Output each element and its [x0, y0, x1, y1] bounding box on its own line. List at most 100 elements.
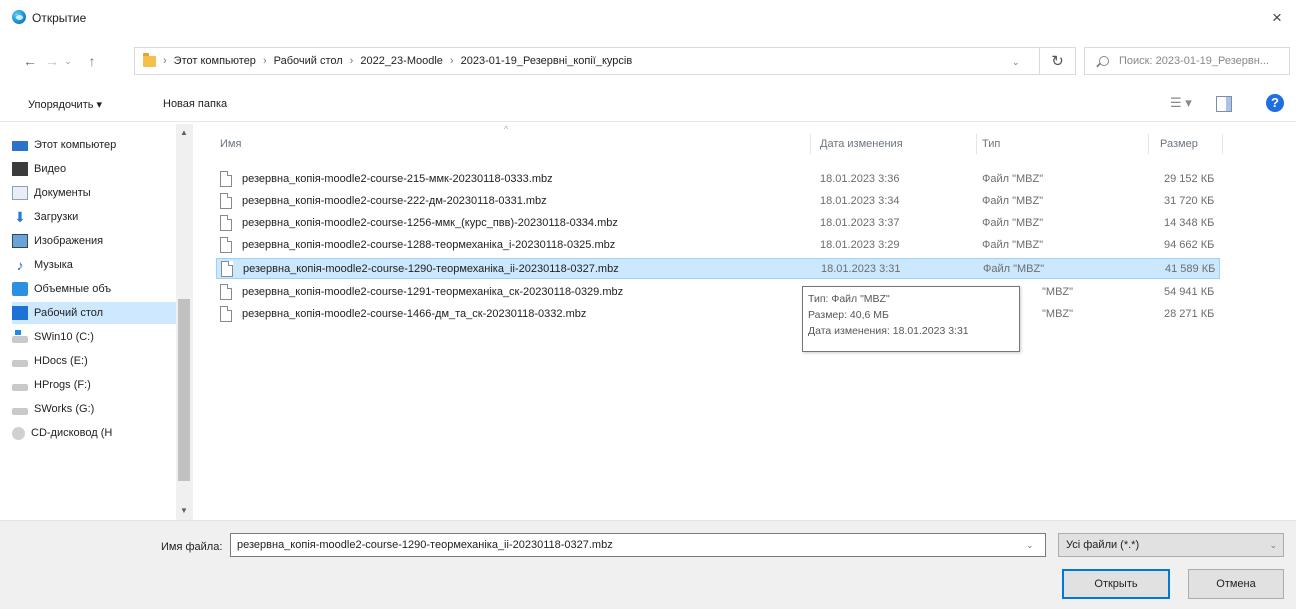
file-row[interactable]: резервна_копія-moodle2-course-1466-дм_та… — [216, 304, 1220, 325]
sidebar-item-desktop[interactable]: Рабочий стол — [12, 302, 176, 324]
column-divider[interactable] — [1148, 134, 1149, 154]
address-dropdown-icon[interactable]: ⌄ — [1012, 57, 1020, 68]
open-button[interactable]: Открыть — [1062, 569, 1170, 599]
breadcrumb-separator-icon[interactable]: › — [350, 55, 354, 67]
pictures-icon — [12, 234, 28, 248]
file-type: Файл "MBZ" — [982, 217, 1044, 229]
column-divider[interactable] — [976, 134, 977, 154]
breadcrumb-moodle-folder[interactable]: 2022_23-Moodle — [360, 55, 443, 67]
breadcrumb-separator-icon: › — [163, 55, 167, 67]
file-type: Файл "MBZ" — [982, 239, 1044, 251]
file-row[interactable]: резервна_копія-moodle2-course-222-дм-202… — [216, 191, 1220, 212]
file-type-filter-select[interactable]: Усі файли (*.*) ⌄ — [1058, 533, 1284, 557]
refresh-icon: ↻ — [1051, 53, 1064, 70]
refresh-button[interactable]: ↻ — [1040, 47, 1076, 75]
sidebar-item-this-pc[interactable]: Этот компьютер — [12, 134, 176, 156]
filename-input[interactable]: резервна_копія-moodle2-course-1290-теорм… — [230, 533, 1046, 557]
file-type: Файл "MBZ" — [982, 195, 1044, 207]
command-toolbar: Упорядочить ▾ Новая папка ☰ ▾ ? — [0, 90, 1296, 122]
close-icon[interactable]: × — [1264, 6, 1290, 30]
file-icon — [220, 171, 232, 187]
breadcrumb-desktop[interactable]: Рабочий стол — [274, 55, 343, 67]
sidebar-item-label: Этот компьютер — [34, 139, 117, 151]
sidebar-item-cd-drive[interactable]: CD-дисковод (H — [12, 422, 176, 444]
column-divider[interactable] — [1222, 134, 1223, 154]
breadcrumb-separator-icon[interactable]: › — [450, 55, 454, 67]
sidebar-item-drive-f[interactable]: HProgs (F:) — [12, 374, 176, 396]
desktop-icon — [12, 306, 28, 320]
column-header-name[interactable]: Имя — [220, 138, 241, 150]
new-folder-button[interactable]: Новая папка — [163, 98, 227, 110]
breadcrumb-separator-icon[interactable]: › — [263, 55, 267, 67]
file-row-selected[interactable]: резервна_копія-moodle2-course-1290-теорм… — [216, 258, 1220, 279]
sidebar-item-pictures[interactable]: Изображения — [12, 230, 176, 252]
file-type: "MBZ" — [1042, 286, 1074, 298]
tooltip-size: Размер: 40,6 МБ — [808, 309, 889, 321]
sidebar-item-documents[interactable]: Документы — [12, 182, 176, 204]
sidebar-item-label: Видео — [34, 163, 67, 175]
cancel-button[interactable]: Отмена — [1188, 569, 1284, 599]
search-input[interactable]: Поиск: 2023-01-19_Резервн... — [1084, 47, 1290, 75]
sidebar-item-label: SWorks (G:) — [34, 403, 95, 415]
sidebar-item-video[interactable]: Видео — [12, 158, 176, 180]
sidebar-item-drive-c[interactable]: SWin10 (C:) — [12, 326, 176, 348]
sidebar-item-label: Изображения — [34, 235, 104, 247]
file-name: резервна_копія-moodle2-course-1288-теорм… — [242, 239, 616, 251]
sidebar-item-drive-g[interactable]: SWorks (G:) — [12, 398, 176, 420]
view-options-icon[interactable]: ☰ ▾ — [1170, 95, 1200, 115]
up-arrow-icon[interactable]: ↑ — [84, 52, 100, 70]
column-header-type[interactable]: Тип — [982, 138, 1000, 150]
sidebar-item-label: SWin10 (C:) — [34, 331, 94, 343]
file-icon — [221, 261, 233, 277]
scroll-down-icon[interactable]: ▼ — [180, 506, 188, 515]
sidebar-item-label: HProgs (F:) — [34, 379, 91, 391]
file-date: 18.01.2023 3:37 — [820, 217, 900, 229]
folder-icon — [143, 52, 156, 67]
tooltip-date: Дата изменения: 18.01.2023 3:31 — [808, 325, 969, 337]
downloads-icon: ⬇ — [14, 209, 26, 225]
file-row[interactable]: резервна_копія-moodle2-course-1291-теорм… — [216, 282, 1220, 303]
breadcrumb-this-pc[interactable]: Этот компьютер — [174, 55, 256, 67]
sidebar-item-3d-objects[interactable]: Объемные объ — [12, 278, 176, 300]
scrollbar-thumb[interactable] — [178, 299, 190, 481]
chevron-down-icon: ⌄ — [1269, 540, 1277, 550]
file-size: 54 941 КБ — [1164, 286, 1215, 298]
sidebar-item-music[interactable]: ♪ Музыка — [12, 254, 176, 276]
file-row[interactable]: резервна_копія-moodle2-course-215-ммк-20… — [216, 169, 1220, 190]
help-icon[interactable]: ? — [1266, 94, 1284, 112]
drive-icon — [12, 360, 28, 367]
system-drive-icon — [12, 330, 28, 343]
sidebar-item-downloads[interactable]: ⬇ Загрузки — [12, 206, 176, 228]
search-icon — [1099, 56, 1109, 66]
filename-dropdown-icon[interactable]: ⌄ — [1026, 540, 1034, 551]
video-icon — [12, 162, 28, 176]
back-arrow-icon[interactable]: ← — [22, 52, 38, 70]
address-bar[interactable]: › Этот компьютер › Рабочий стол › 2022_2… — [134, 47, 1040, 75]
column-divider[interactable] — [810, 134, 811, 154]
recent-locations-chevron-icon[interactable]: ⌄ — [60, 52, 76, 70]
file-name: резервна_копія-moodle2-course-1290-теорм… — [243, 263, 619, 275]
file-row[interactable]: резервна_копія-moodle2-course-1256-ммк_(… — [216, 213, 1220, 234]
sidebar-item-label: CD-дисковод (H — [31, 427, 113, 439]
preview-pane-icon[interactable] — [1216, 96, 1232, 112]
forward-arrow-icon[interactable]: → — [44, 52, 60, 70]
column-header-date[interactable]: Дата изменения — [820, 138, 903, 150]
column-header-size[interactable]: Размер — [1160, 138, 1198, 150]
file-size: 29 152 КБ — [1164, 173, 1215, 185]
sidebar-item-drive-e[interactable]: HDocs (E:) — [12, 350, 176, 372]
music-icon: ♪ — [16, 257, 24, 273]
sidebar-item-label: Документы — [34, 187, 91, 199]
file-row[interactable]: резервна_копія-moodle2-course-1288-теорм… — [216, 235, 1220, 256]
file-size: 31 720 КБ — [1164, 195, 1215, 207]
sidebar-scrollbar[interactable]: ▲ ▼ — [176, 124, 193, 520]
sort-ascending-icon: ^ — [504, 124, 509, 134]
file-size: 94 662 КБ — [1164, 239, 1215, 251]
breadcrumb-current-folder[interactable]: 2023-01-19_Резервні_копії_курсів — [461, 55, 633, 67]
file-icon — [220, 215, 232, 231]
sidebar-item-label: Объемные объ — [34, 283, 112, 295]
drive-icon — [12, 408, 28, 415]
scroll-up-icon[interactable]: ▲ — [180, 128, 188, 137]
organize-menu-button[interactable]: Упорядочить ▾ — [28, 98, 102, 111]
file-type: Файл "MBZ" — [982, 173, 1044, 185]
pc-icon — [12, 140, 28, 151]
